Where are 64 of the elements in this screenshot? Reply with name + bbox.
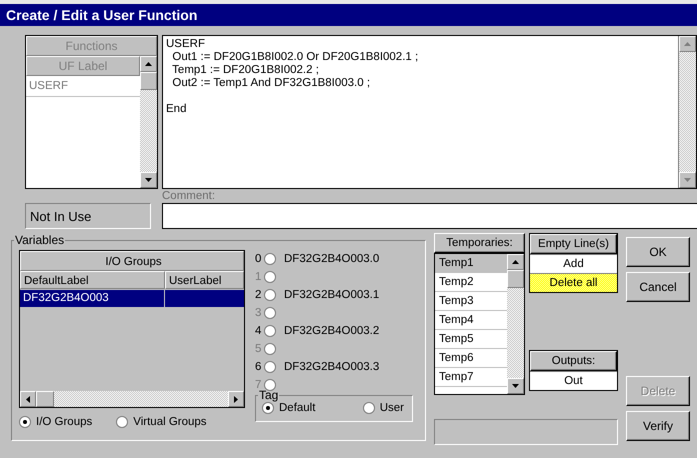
dialog-button[interactable]: Cancel xyxy=(626,272,690,302)
bit-number: 3 xyxy=(255,307,262,319)
column-header[interactable]: UserLabel xyxy=(165,271,244,289)
radio-button[interactable] xyxy=(362,402,375,414)
up-arrow-icon[interactable] xyxy=(145,62,152,66)
code-line: Temp1 := DF20G1B8I002.2 ; xyxy=(171,64,320,77)
bit-label: DF32G2B4O003.1 xyxy=(284,289,380,301)
radio-button[interactable] xyxy=(264,253,276,265)
down-arrow-icon[interactable] xyxy=(512,384,519,388)
bit-label: DF32G2B4O003.0 xyxy=(284,253,380,265)
scrollbar-thumb[interactable] xyxy=(36,391,54,407)
table-title: I/O Groups xyxy=(20,251,244,271)
vertical-scrollbar[interactable] xyxy=(507,254,524,394)
list-header: Empty Line(s) xyxy=(530,234,617,254)
group-title: Variables xyxy=(14,233,66,247)
radio-button[interactable] xyxy=(116,416,128,428)
action-item[interactable]: Delete all xyxy=(530,273,617,292)
radio-button[interactable] xyxy=(19,416,31,428)
list-item[interactable]: Temp1 xyxy=(435,254,507,273)
radio-label: User xyxy=(380,402,404,414)
vertical-scrollbar[interactable] xyxy=(140,56,157,188)
right-arrow-icon[interactable] xyxy=(234,396,238,402)
dialog-button[interactable]: OK xyxy=(626,237,690,267)
up-arrow-icon[interactable] xyxy=(512,260,519,264)
bit-label: DF32G2B4O003.2 xyxy=(284,325,380,337)
code-line: USERF xyxy=(166,38,206,51)
down-arrow-icon[interactable] xyxy=(145,178,152,182)
code-line: Out1 := DF20G1B8I002.0 Or DF20G1B8I002.1 ; xyxy=(171,51,420,64)
radio-label: I/O Groups xyxy=(36,416,92,428)
column-header[interactable]: DefaultLabel xyxy=(20,271,165,289)
action-item[interactable]: Add xyxy=(530,254,617,273)
bit-number: 4 xyxy=(255,325,262,337)
list-header: Outputs: xyxy=(530,351,617,371)
table-row[interactable]: DF32G2B4O003 xyxy=(20,289,244,307)
horizontal-scrollbar[interactable] xyxy=(20,391,244,407)
code-line: Out2 := Temp1 And DF32G1B8I003.0 ; xyxy=(171,77,372,90)
code-editor[interactable]: USERF Out1 := DF20G1B8I002.0 Or DF20G1B8I002.1 ; Temp1 := DF20G1B8I002.2 ; Out2 := Temp1 And DF32G1B8I003.0 ; End xyxy=(162,35,697,189)
scrollbar-thumb[interactable] xyxy=(140,72,157,90)
radio-button[interactable] xyxy=(264,325,276,337)
status-field: Not In Use xyxy=(25,203,151,229)
window-title: Create / Edit a User Function xyxy=(6,7,198,23)
left-arrow-icon[interactable] xyxy=(26,396,30,402)
comment-field[interactable] xyxy=(162,203,697,229)
bit-number: 7 xyxy=(255,379,262,391)
radio-button[interactable] xyxy=(262,402,274,414)
radio-button[interactable] xyxy=(264,289,276,301)
bit-number: 6 xyxy=(255,361,262,373)
radio-label: Default xyxy=(279,402,316,414)
radio-button[interactable] xyxy=(264,361,276,373)
comment-label: Comment: xyxy=(162,189,216,203)
radio-label: Virtual Groups xyxy=(133,416,207,428)
bit-number: 2 xyxy=(255,289,262,301)
list-header: Functions xyxy=(26,36,157,56)
list-header: Temporaries: xyxy=(434,233,525,253)
table-cell: DF32G2B4O003 xyxy=(20,290,165,307)
bit-number: 1 xyxy=(255,271,262,283)
code-line: End xyxy=(166,103,188,116)
scrollbar-thumb[interactable] xyxy=(507,270,524,288)
bit-number: 0 xyxy=(255,253,262,265)
list-item[interactable]: Out xyxy=(530,371,617,390)
bit-label: DF32G2B4O003.3 xyxy=(284,361,380,373)
bit-number: 5 xyxy=(255,343,262,355)
dialog-button[interactable]: Verify xyxy=(626,411,690,441)
group-title: Tag xyxy=(258,388,280,402)
